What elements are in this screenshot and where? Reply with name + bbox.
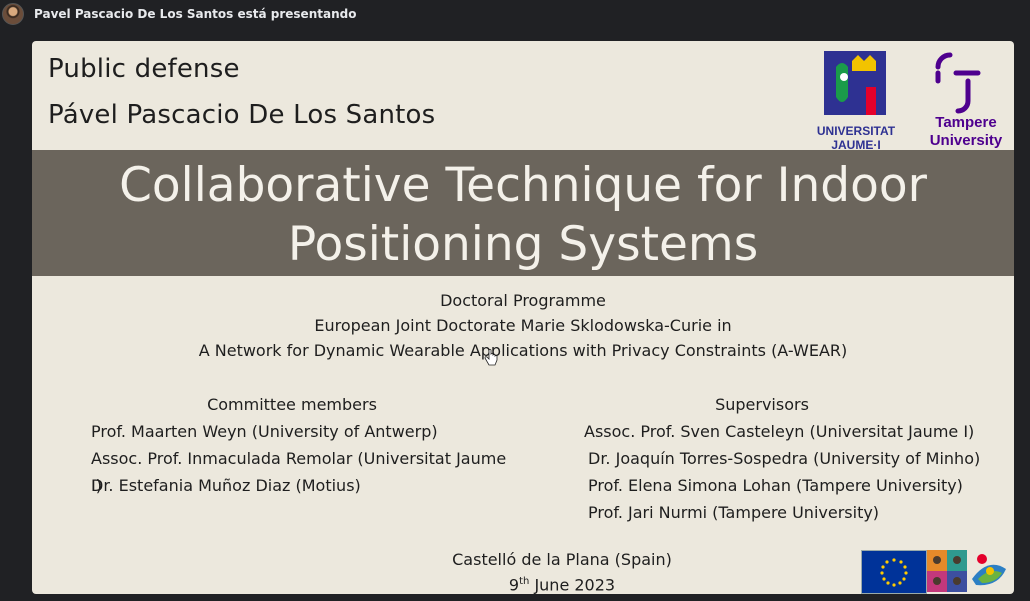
msca-logo [927,550,967,592]
committee-column: Committee members Prof. Maarten Weyn (Un… [91,391,521,499]
programme-line-2: A Network for Dynamic Wearable Applicati… [198,341,848,360]
presentation-bar: Pavel Pascacio De Los Santos está presen… [0,0,1030,28]
supervisor-member: Prof. Elena Simona Lohan (Tampere Univer… [588,476,963,495]
place: Castelló de la Plana (Spain) [452,550,672,569]
presenter-avatar[interactable] [2,3,24,25]
uji-text-1: UNIVERSITAT [817,124,896,138]
date: 9th June 2023 [412,571,712,594]
tampere-logo: Tampere University [930,52,1003,149]
supervisor-member: Assoc. Prof. Sven Casteleyn (Universitat… [584,422,975,441]
tampere-text-1: Tampere [935,114,996,131]
programme-line-1: European Joint Doctorate Marie Sklodowsk… [314,316,732,335]
committee-member: Dr. Estefania Muñoz Diaz (Motius) [91,476,361,495]
slide-header-author: Pável Pascacio De Los Santos [48,100,436,130]
slide-title: Collaborative Technique for Indoor Posit… [32,156,1014,274]
a-wear-logo [972,554,1006,586]
date-day: 9 [508,575,520,594]
shared-slide: Public defense Pável Pascacio De Los San… [32,41,1014,594]
programme-heading: Doctoral Programme [440,291,606,310]
committee-member: Prof. Maarten Weyn (University of Antwer… [91,422,438,441]
eu-flag-logo [861,550,927,594]
supervisors-heading: Supervisors [715,395,809,414]
presenter-label: Pavel Pascacio De Los Santos está presen… [34,7,357,21]
supervisors-column: Supervisors Assoc. Prof. Sven Casteleyn … [584,391,984,526]
title-band: Collaborative Technique for Indoor Posit… [32,150,1014,276]
slide-title-line-2: Positioning Systems [287,217,759,272]
slide-header-event: Public defense [48,54,240,84]
date-suffix: th [519,576,530,587]
supervisor-member: Prof. Jari Nurmi (Tampere University) [588,503,880,522]
committee-member: Assoc. Prof. Inmaculada Remolar (Univers… [91,449,507,495]
slide-title-line-1: Collaborative Technique for Indoor [119,158,927,213]
tampere-text-2: University [930,132,1003,149]
place-date: Castelló de la Plana (Spain) 9th June 20… [412,549,712,594]
date-rest: June 2023 [529,575,616,594]
supervisor-member: Dr. Joaquín Torres-Sospedra (University … [588,449,981,468]
uji-logo: UNIVERSITAT JAUME·I [817,51,896,151]
hand-cursor-icon [484,349,498,366]
committee-heading: Committee members [207,395,377,414]
